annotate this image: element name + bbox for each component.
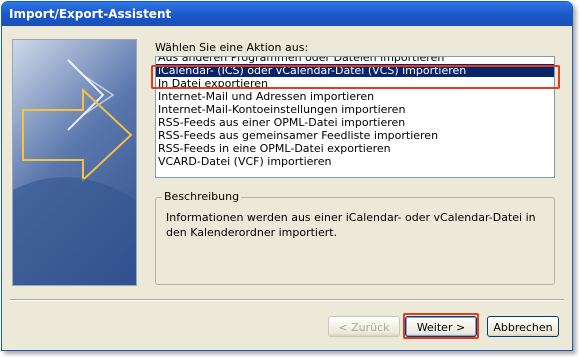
wizard-window: Import/Export-Assistent Wählen Sie eine …	[1, 1, 573, 351]
description-text: Informationen werden aus einer iCalendar…	[166, 211, 536, 239]
list-item[interactable]: RSS-Feeds in eine OPML-Datei exportieren	[156, 142, 554, 155]
list-item[interactable]: Internet-Mail-Kontoeinstellungen importi…	[156, 103, 554, 116]
list-item[interactable]: RSS-Feeds aus gemeinsamer Feedliste impo…	[156, 129, 554, 142]
cancel-button[interactable]: Abbrechen	[487, 316, 559, 337]
wizard-illustration	[12, 39, 137, 286]
action-prompt-label: Wählen Sie eine Aktion aus:	[155, 41, 309, 54]
list-item[interactable]: RSS-Feeds aus einer OPML-Datei importier…	[156, 116, 554, 129]
back-button[interactable]: < Zurück	[328, 316, 400, 337]
description-label: Beschreibung	[162, 190, 242, 203]
list-item[interactable]: VCARD-Datei (VCF) importieren	[156, 155, 554, 168]
list-item[interactable]: Internet-Mail und Adressen importieren	[156, 90, 554, 103]
arrow-graphic-icon	[13, 59, 136, 285]
window-title: Import/Export-Assistent	[2, 2, 572, 26]
description-group: Beschreibung Informationen werden aus ei…	[155, 190, 555, 285]
separator	[10, 299, 564, 301]
selection-highlight-box	[151, 65, 560, 89]
next-highlight-box	[403, 313, 479, 339]
list-item[interactable]: Aus anderen Programmen oder Dateien impo…	[156, 57, 554, 64]
